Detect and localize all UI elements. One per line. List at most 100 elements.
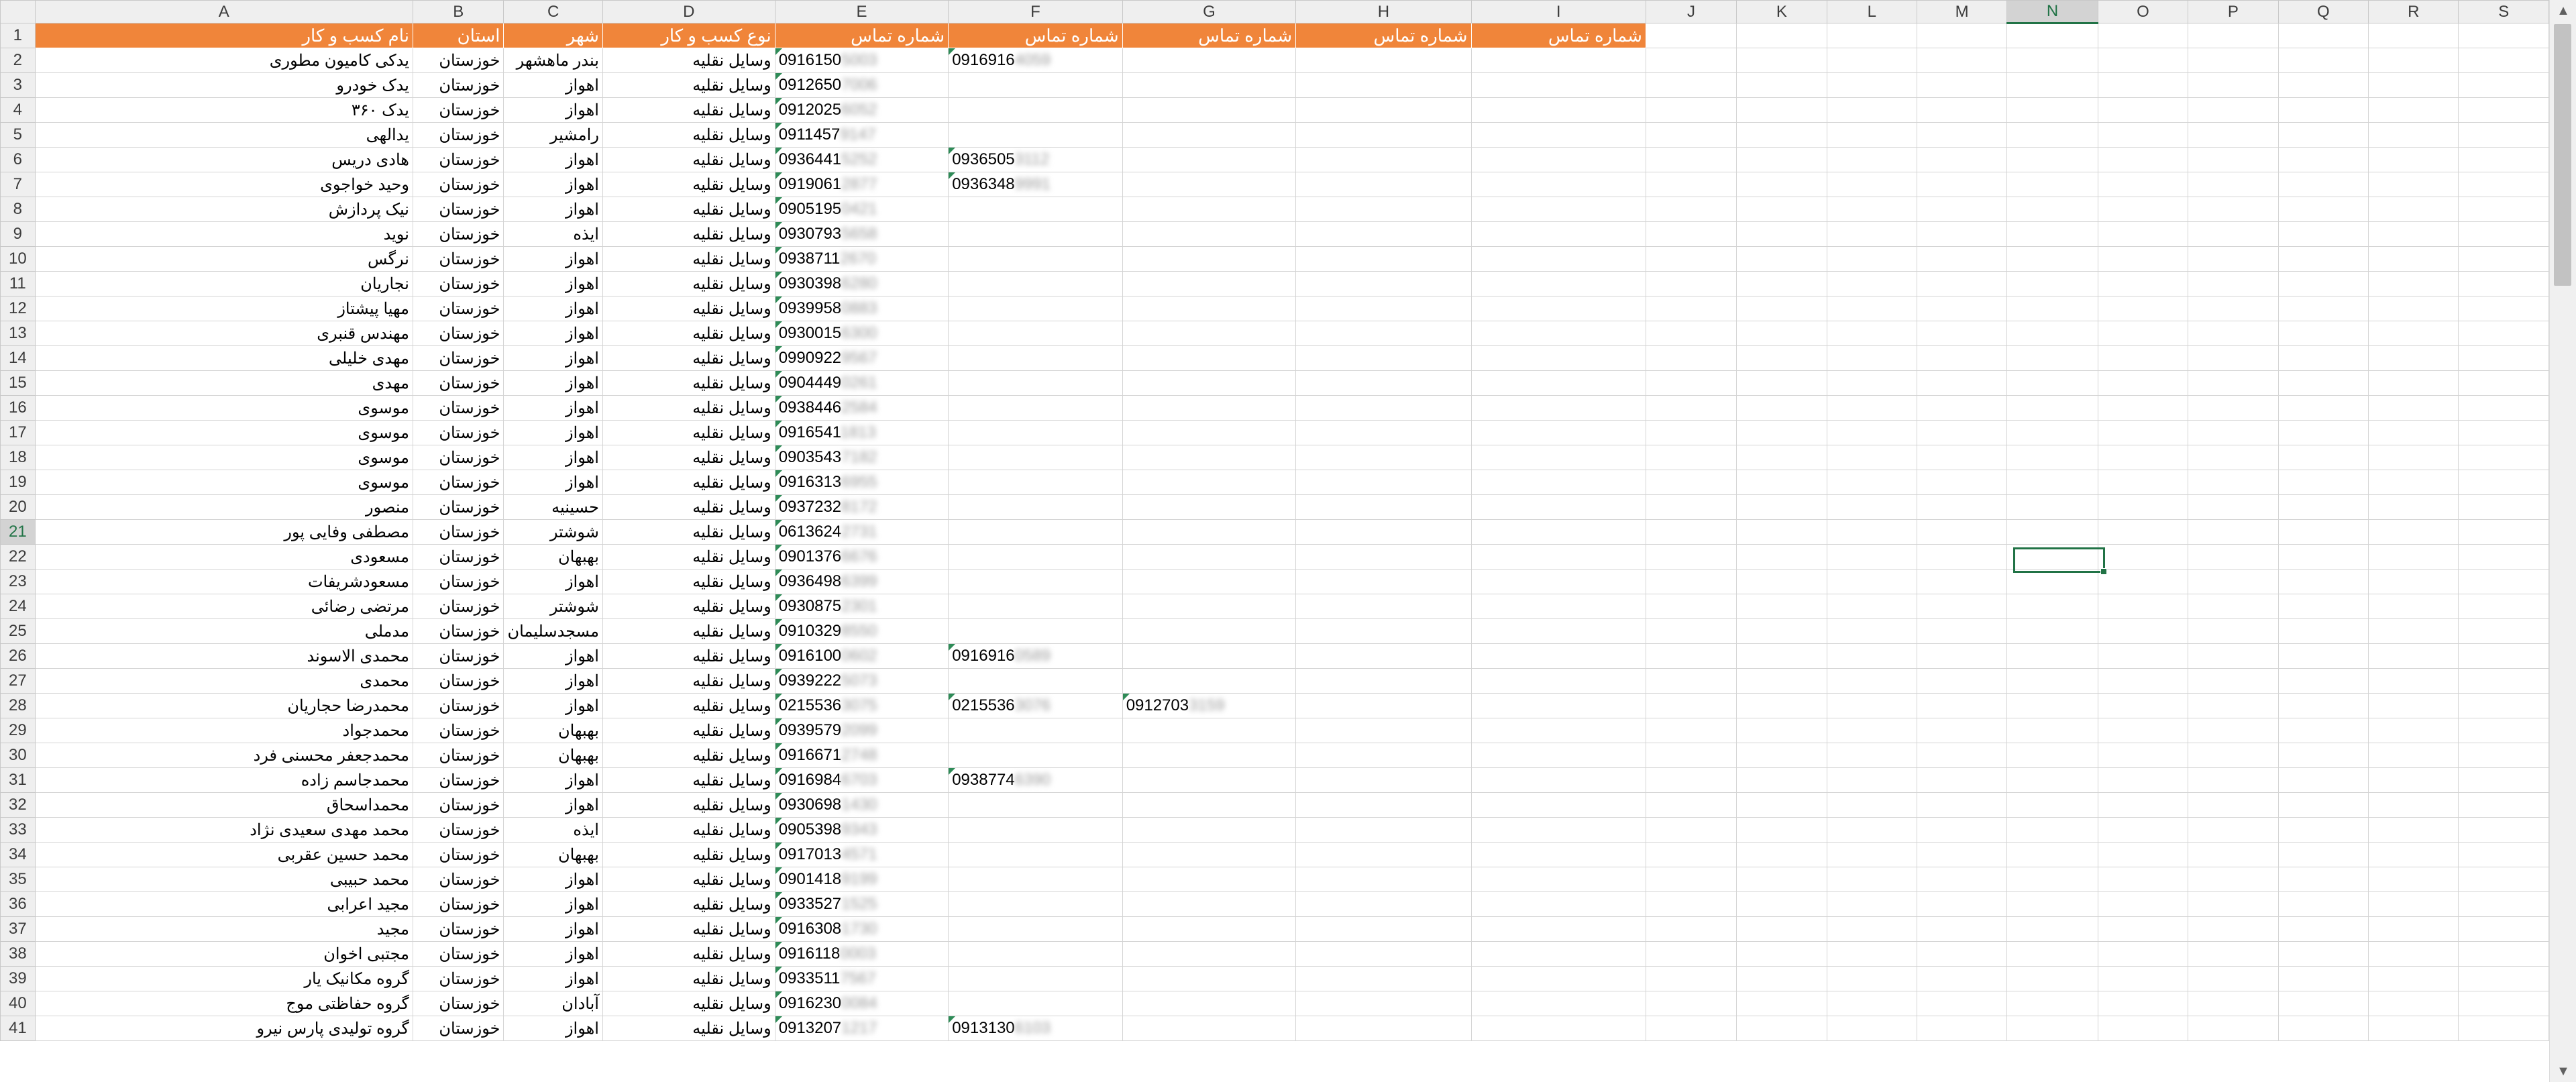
phone-cell[interactable]: 09044490261 (774, 370, 949, 396)
empty-cell[interactable] (1826, 420, 1917, 445)
empty-cell[interactable] (2006, 643, 2098, 669)
business-name-cell[interactable]: یدالهی (34, 122, 413, 148)
empty-cell[interactable] (1295, 271, 1472, 296)
row-header[interactable]: 15 (0, 370, 36, 396)
empty-cell[interactable] (1470, 618, 1646, 644)
empty-cell[interactable] (2277, 941, 2369, 967)
empty-cell[interactable] (2006, 221, 2098, 247)
empty-cell[interactable] (2188, 718, 2279, 743)
empty-cell[interactable] (2458, 23, 2549, 48)
empty-cell[interactable] (1826, 1016, 1917, 1041)
empty-cell[interactable] (2188, 345, 2279, 371)
empty-cell[interactable] (1826, 23, 1917, 48)
empty-cell[interactable] (2458, 445, 2549, 470)
phone-cell[interactable] (1122, 48, 1297, 73)
phone-cell[interactable] (1122, 197, 1297, 222)
phone-cell[interactable]: 09051950421 (774, 197, 949, 222)
province-cell[interactable]: خوزستان (412, 172, 504, 197)
phone-cell[interactable] (1122, 792, 1297, 818)
empty-cell[interactable] (2368, 23, 2459, 48)
business-type-cell[interactable]: وسایل نقلیه (602, 122, 775, 148)
empty-cell[interactable] (2277, 23, 2369, 48)
city-cell[interactable]: اهواز (503, 767, 603, 793)
business-name-cell[interactable]: محمداسحاق (34, 792, 413, 818)
phone-cell[interactable] (1122, 470, 1297, 495)
empty-cell[interactable] (1645, 569, 1737, 594)
empty-cell[interactable] (2006, 370, 2098, 396)
province-cell[interactable]: خوزستان (412, 296, 504, 321)
row-header[interactable]: 24 (0, 594, 36, 619)
empty-cell[interactable] (2458, 941, 2549, 967)
empty-cell[interactable] (2368, 991, 2459, 1016)
empty-cell[interactable] (1736, 221, 1827, 247)
empty-cell[interactable] (1826, 643, 1917, 669)
empty-cell[interactable] (1295, 420, 1472, 445)
empty-cell[interactable] (1736, 296, 1827, 321)
phone-cell[interactable]: 09161180003 (774, 941, 949, 967)
empty-cell[interactable] (2188, 618, 2279, 644)
empty-cell[interactable] (1470, 519, 1646, 545)
empty-cell[interactable] (2097, 966, 2189, 991)
empty-cell[interactable] (1736, 420, 1827, 445)
empty-cell[interactable] (2188, 743, 2279, 768)
phone-cell[interactable] (1122, 618, 1297, 644)
empty-cell[interactable] (2458, 494, 2549, 520)
empty-cell[interactable] (2097, 718, 2189, 743)
empty-cell[interactable] (1470, 916, 1646, 942)
row-header[interactable]: 31 (0, 767, 36, 793)
row-header[interactable]: 23 (0, 569, 36, 594)
empty-cell[interactable] (2097, 891, 2189, 917)
business-type-cell[interactable]: وسایل نقلیه (602, 668, 775, 694)
business-name-cell[interactable]: مهیا پیشتاز (34, 296, 413, 321)
phone-cell[interactable] (1122, 395, 1297, 421)
empty-cell[interactable] (2006, 470, 2098, 495)
phone-cell[interactable]: 09114579147 (774, 122, 949, 148)
phone-cell[interactable] (948, 743, 1123, 768)
city-cell[interactable]: آبادان (503, 991, 603, 1016)
province-cell[interactable]: خوزستان (412, 792, 504, 818)
empty-cell[interactable] (2368, 618, 2459, 644)
province-cell[interactable]: خوزستان (412, 395, 504, 421)
empty-cell[interactable] (2188, 395, 2279, 421)
empty-cell[interactable] (2458, 296, 2549, 321)
empty-cell[interactable] (2188, 941, 2279, 967)
empty-cell[interactable] (2368, 345, 2459, 371)
phone-cell[interactable] (948, 792, 1123, 818)
empty-cell[interactable] (1645, 72, 1737, 98)
business-type-cell[interactable]: وسایل نقلیه (602, 569, 775, 594)
empty-cell[interactable] (2458, 420, 2549, 445)
business-name-cell[interactable]: محمدی الاسوند (34, 643, 413, 669)
row-header[interactable]: 19 (0, 470, 36, 495)
empty-cell[interactable] (2277, 569, 2369, 594)
empty-cell[interactable] (2188, 122, 2279, 148)
empty-cell[interactable] (1736, 23, 1827, 48)
phone-cell[interactable] (948, 618, 1123, 644)
empty-cell[interactable] (1645, 494, 1737, 520)
empty-cell[interactable] (2458, 395, 2549, 421)
scroll-up-arrow-icon[interactable]: ▲ (2550, 0, 2576, 21)
empty-cell[interactable] (1295, 246, 1472, 272)
empty-cell[interactable] (1470, 197, 1646, 222)
empty-cell[interactable] (1645, 767, 1737, 793)
row-header[interactable]: 30 (0, 743, 36, 768)
empty-cell[interactable] (1736, 97, 1827, 123)
business-type-cell[interactable]: وسایل نقلیه (602, 941, 775, 967)
empty-cell[interactable] (1736, 569, 1827, 594)
business-name-cell[interactable]: نجاریان (34, 271, 413, 296)
empty-cell[interactable] (2368, 817, 2459, 843)
city-cell[interactable]: اهواز (503, 643, 603, 669)
empty-cell[interactable] (1470, 420, 1646, 445)
empty-cell[interactable] (1470, 395, 1646, 421)
phone-cell[interactable]: 09387746390 (948, 767, 1123, 793)
spreadsheet-grid[interactable]: ABCDEFGHIJKLMNOPQRS 1 نام کسب و کار استان ش… (0, 0, 2549, 1082)
empty-cell[interactable] (2458, 693, 2549, 718)
empty-cell[interactable] (1736, 693, 1827, 718)
empty-cell[interactable] (1295, 991, 1472, 1016)
empty-cell[interactable] (2006, 271, 2098, 296)
phone-cell[interactable] (948, 221, 1123, 247)
empty-cell[interactable] (1826, 445, 1917, 470)
empty-cell[interactable] (2458, 594, 2549, 619)
city-cell[interactable]: اهواز (503, 420, 603, 445)
empty-cell[interactable] (1916, 197, 2008, 222)
empty-cell[interactable] (1295, 48, 1472, 73)
